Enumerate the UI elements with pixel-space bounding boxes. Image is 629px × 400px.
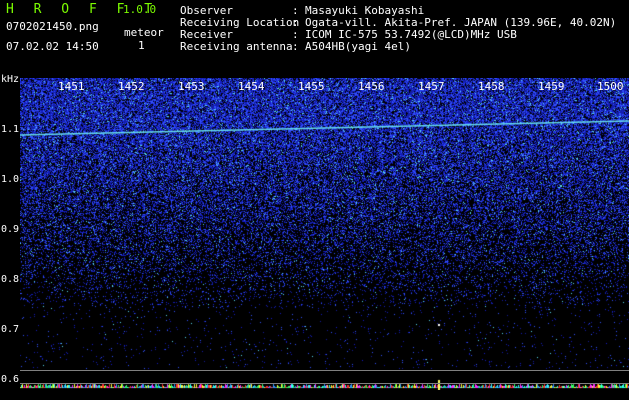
freq-tick-1.0: 1.0: [1, 174, 20, 185]
baseline-lower: [20, 383, 629, 384]
antenna-value: A504HB(yagi 4el): [305, 40, 411, 53]
time-tick-1500: 1500: [597, 80, 624, 93]
time-tick-1453: 1453: [178, 80, 205, 93]
timestamp: 07.02.02 14:50: [6, 40, 99, 53]
freq-tick-1.1: 1.1: [1, 124, 20, 135]
time-tick-1451: 1451: [58, 80, 85, 93]
antenna-separator: :: [292, 40, 299, 53]
file-name: 0702021450.png: [6, 20, 99, 33]
time-tick-1458: 1458: [478, 80, 505, 93]
spectrogram-canvas: [20, 78, 629, 390]
time-tick-1456: 1456: [358, 80, 385, 93]
meteor-label: meteor: [124, 26, 164, 39]
antenna-label: Receiving antenna: [180, 40, 293, 53]
time-tick-1454: 1454: [238, 80, 265, 93]
time-tick-1455: 1455: [298, 80, 325, 93]
spectrogram-plot: [20, 78, 629, 390]
freq-tick-0.6: 0.6: [1, 374, 20, 385]
meteor-count: 1: [138, 39, 145, 52]
baseline-upper: [20, 370, 629, 371]
app-version: 1.0.0: [123, 3, 157, 16]
freq-unit-label: kHz: [1, 74, 20, 85]
freq-tick-0.9: 0.9: [1, 224, 20, 235]
time-tick-1452: 1452: [118, 80, 145, 93]
freq-tick-0.7: 0.7: [1, 324, 20, 335]
time-tick-1459: 1459: [538, 80, 565, 93]
freq-tick-0.8: 0.8: [1, 274, 20, 285]
time-tick-1457: 1457: [418, 80, 445, 93]
